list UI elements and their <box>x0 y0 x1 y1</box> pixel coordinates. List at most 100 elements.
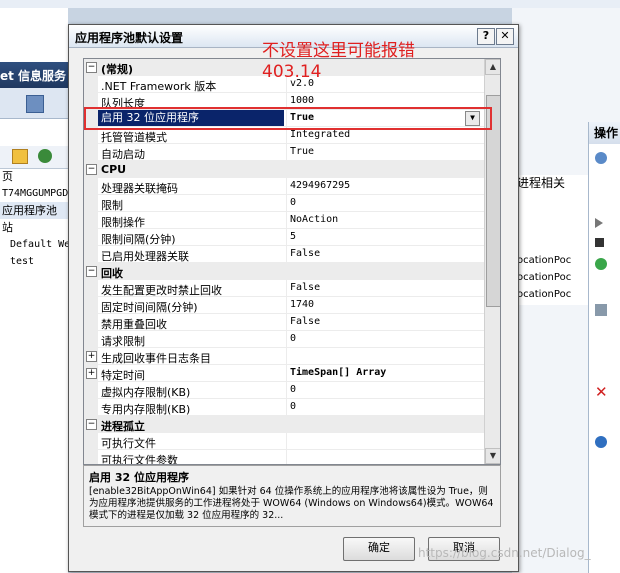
property-value[interactable]: False <box>286 246 482 262</box>
property-value[interactable]: False <box>286 314 482 330</box>
iis-banner-title: et 信息服务 <box>0 69 67 83</box>
property-value-text: 0 <box>290 197 297 208</box>
property-value[interactable] <box>286 450 482 464</box>
property-value-text: NoAction <box>290 214 339 225</box>
property-value[interactable] <box>286 433 482 449</box>
expand-icon[interactable]: + <box>86 351 97 362</box>
collapse-icon[interactable]: − <box>86 164 97 175</box>
property-value[interactable]: 1740 <box>286 297 482 313</box>
folder-icon[interactable] <box>12 149 28 164</box>
category-label: (常规) <box>101 63 134 76</box>
tree-item-app-pools[interactable]: 应用程序池 <box>0 202 68 219</box>
property-value[interactable]: 0 <box>286 195 482 211</box>
property-name: 特定时间 <box>101 369 145 382</box>
property-row[interactable]: 发生配置更改时禁止回收 False <box>84 280 484 297</box>
list-item[interactable]: ocationPoc <box>513 269 589 286</box>
property-name: 禁用重叠回收 <box>101 318 167 331</box>
property-row[interactable]: 限制 0 <box>84 195 484 212</box>
help-icon[interactable] <box>595 436 607 448</box>
property-row[interactable]: 已启用处理器关联 False <box>84 246 484 263</box>
row-gutter <box>84 450 98 464</box>
property-category[interactable]: − 回收 <box>84 263 484 280</box>
property-value[interactable]: 0 <box>286 399 482 415</box>
scroll-up-icon[interactable]: ▲ <box>485 59 500 75</box>
settings-icon[interactable] <box>595 304 607 316</box>
row-gutter <box>84 331 98 348</box>
property-value[interactable]: 5 <box>286 229 482 245</box>
property-row[interactable]: 固定时间间隔(分钟) 1740 <box>84 297 484 314</box>
property-value[interactable]: TimeSpan[] Array <box>286 365 482 381</box>
collapse-icon[interactable]: − <box>86 62 97 73</box>
connect-icon[interactable] <box>38 149 52 163</box>
description-text: [enable32BitAppOnWin64] 如果针对 64 位操作系统上的应… <box>89 486 494 521</box>
property-value-text: Integrated <box>290 129 351 140</box>
tree-item[interactable]: 页 <box>0 168 68 185</box>
delete-icon[interactable]: ✕ <box>595 385 608 400</box>
app-pool-list: 进程相关 ocationPoc ocationPoc ocationPoc <box>512 175 589 305</box>
stop-icon[interactable] <box>595 238 604 247</box>
property-value[interactable]: NoAction <box>286 212 482 228</box>
property-row[interactable]: 自动启动 True <box>84 144 484 161</box>
connections-tree: 页 T74MGGUMPGD 应用程序池 站 Default We test <box>0 168 68 270</box>
help-button[interactable]: ? <box>477 28 495 45</box>
ok-button[interactable]: 确定 <box>343 537 415 561</box>
property-row[interactable]: 请求限制 0 <box>84 331 484 348</box>
property-category[interactable]: − 进程孤立 <box>84 416 484 433</box>
row-gutter <box>84 178 98 195</box>
list-item[interactable]: ocationPoc <box>513 286 589 303</box>
property-value-text: False <box>290 282 321 293</box>
recycle-icon[interactable] <box>595 258 607 270</box>
property-row[interactable]: + 特定时间 TimeSpan[] Array <box>84 365 484 382</box>
property-name: 自动启动 <box>101 148 145 161</box>
property-row[interactable]: 专用内存限制(KB) 0 <box>84 399 484 416</box>
property-value[interactable]: 4294967295 <box>286 178 482 194</box>
property-row[interactable]: 可执行文件 <box>84 433 484 450</box>
dialog-title: 应用程序池默认设置 <box>75 31 184 45</box>
address-icon[interactable] <box>26 95 44 113</box>
play-icon[interactable] <box>595 218 603 228</box>
tree-item-sites[interactable]: 站 <box>0 219 68 236</box>
tree-item-server[interactable]: T74MGGUMPGD <box>0 185 68 202</box>
row-gutter <box>84 76 98 93</box>
property-row[interactable]: 限制间隔(分钟) 5 <box>84 229 484 246</box>
property-name: 请求限制 <box>101 335 145 348</box>
row-gutter <box>84 399 98 416</box>
property-name: 已启用处理器关联 <box>101 250 189 263</box>
property-value[interactable]: 0 <box>286 331 482 347</box>
expand-icon[interactable]: + <box>86 368 97 379</box>
collapse-icon[interactable]: − <box>86 419 97 430</box>
property-category[interactable]: − CPU <box>84 161 484 178</box>
tree-item-default-site[interactable]: Default We <box>0 236 68 253</box>
property-name: 限制操作 <box>101 216 145 229</box>
category-label: 回收 <box>101 267 123 280</box>
property-row[interactable]: 可执行文件参数 <box>84 450 484 465</box>
property-value-text: 0 <box>290 384 297 395</box>
collapse-icon[interactable]: − <box>86 266 97 277</box>
row-gutter <box>84 297 98 314</box>
property-name: 可执行文件参数 <box>101 454 178 465</box>
property-row[interactable]: 禁用重叠回收 False <box>84 314 484 331</box>
property-row[interactable]: + 生成回收事件日志条目 <box>84 348 484 365</box>
row-gutter <box>84 229 98 246</box>
annotation-text-line1: 不设置这里可能报错 <box>262 41 415 61</box>
property-row[interactable]: 限制操作 NoAction <box>84 212 484 229</box>
property-row[interactable]: 处理器关联掩码 4294967295 <box>84 178 484 195</box>
row-gutter <box>84 382 98 399</box>
close-button[interactable]: ✕ <box>496 28 514 45</box>
list-item[interactable]: ocationPoc <box>513 252 589 269</box>
property-name: 可执行文件 <box>101 437 156 450</box>
add-icon[interactable] <box>595 152 607 164</box>
property-value[interactable]: False <box>286 280 482 296</box>
property-value[interactable]: 0 <box>286 382 482 398</box>
scroll-down-icon[interactable]: ▼ <box>485 448 500 464</box>
tree-item-test[interactable]: test <box>0 253 68 270</box>
property-value[interactable] <box>286 348 482 364</box>
row-gutter <box>84 280 98 297</box>
property-row[interactable]: 虚拟内存限制(KB) 0 <box>84 382 484 399</box>
property-value[interactable]: True <box>286 144 482 160</box>
property-name: 虚拟内存限制(KB) <box>101 386 191 399</box>
row-gutter <box>84 144 98 161</box>
description-panel: 启用 32 位应用程序 [enable32BitAppOnWin64] 如果针对… <box>83 465 501 527</box>
property-name: .NET Framework 版本 <box>101 80 217 93</box>
category-label: CPU <box>101 163 127 176</box>
